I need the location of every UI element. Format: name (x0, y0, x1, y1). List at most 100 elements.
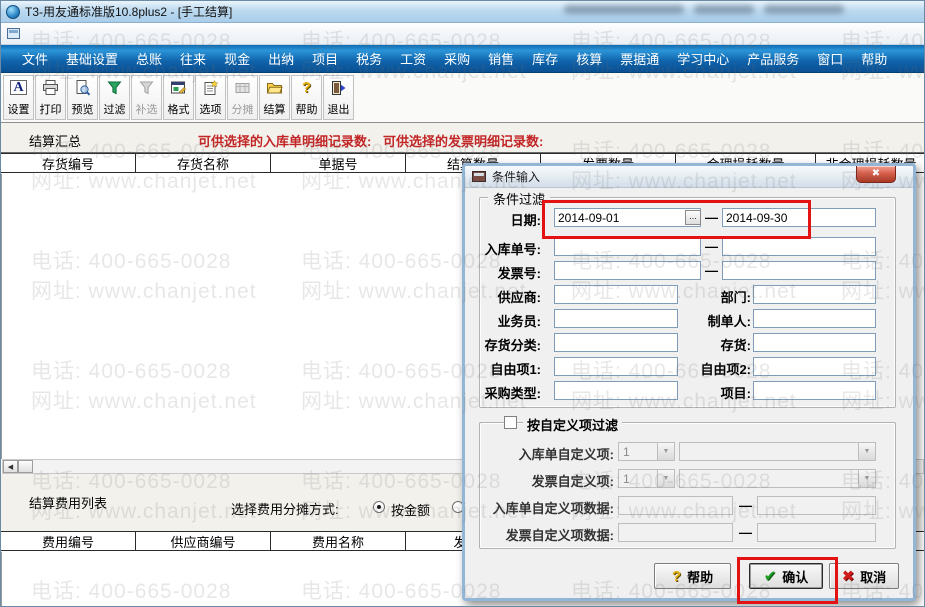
cancel-button-label: 取消 (860, 569, 887, 585)
free-item1-input[interactable] (554, 357, 678, 376)
window-title: T3-用友通标准版10.8plus2 - [手工结算] (25, 5, 233, 19)
printer-icon (42, 79, 60, 96)
title-bar: T3-用友通标准版10.8plus2 - [手工结算] (1, 1, 924, 23)
col-inventory-name: 存货名称 (136, 154, 271, 172)
inventory-class-input[interactable] (554, 333, 678, 352)
allocate-disabled-icon (234, 79, 252, 96)
range-dash: — (705, 210, 718, 225)
menu-inventory[interactable]: 库存 (523, 49, 567, 68)
condition-input-dialog: 条件输入 ✖ 条件过滤 日期: ... — 入库单号: — 发票号: — 供应商… (462, 163, 916, 601)
supplement-select-button: 补选 (131, 75, 162, 120)
filter-funnel-disabled-icon (138, 79, 156, 96)
menu-piaojutong[interactable]: 票据通 (611, 49, 668, 68)
dialog-help-button[interactable]: ? 帮助 (654, 563, 731, 589)
app-logo-icon (6, 4, 20, 19)
scrollbar-thumb[interactable] (18, 460, 33, 473)
radio-by-amount[interactable] (373, 501, 385, 513)
invoice-records-hint: 可供选择的发票明细记录数: (383, 134, 544, 149)
custom-filter-label: 按自定义项过滤 (523, 415, 623, 434)
purchase-type-input[interactable] (554, 381, 678, 400)
date-from-input[interactable] (554, 208, 701, 227)
col-inventory-code: 存货编号 (1, 154, 136, 172)
menu-cashier[interactable]: 出纳 (259, 49, 303, 68)
menu-file[interactable]: 文件 (13, 49, 57, 68)
menu-purchase[interactable]: 采购 (435, 49, 479, 68)
fee-list-label: 结算费用列表 (29, 496, 108, 511)
settle-button[interactable]: 结算 (259, 75, 290, 120)
col-supplier-code: 供应商编号 (136, 532, 271, 550)
mdi-child-icon[interactable] (7, 28, 20, 39)
dialog-confirm-button[interactable]: ✔ 确认 (749, 563, 823, 589)
print-button[interactable]: 打印 (35, 75, 66, 120)
folder-icon (266, 79, 284, 96)
menu-current[interactable]: 往来 (171, 49, 215, 68)
radio-by-amount-label: 按金额 (391, 503, 431, 518)
dialog-title-bar: 条件输入 (465, 166, 913, 188)
toolbar-label: 打印 (39, 104, 62, 116)
invoice-no-from-input[interactable] (554, 261, 701, 280)
free-item1-label: 自由项1: (490, 362, 541, 377)
exit-button[interactable]: 退出 (323, 75, 354, 120)
invoice-custom-value-select: ▼ (679, 469, 876, 488)
free-item2-input[interactable] (753, 357, 876, 376)
range-dash: — (739, 525, 752, 540)
menu-tax[interactable]: 税务 (347, 49, 391, 68)
supplier-input[interactable] (554, 285, 678, 304)
creator-label: 制单人: (707, 314, 751, 329)
exit-door-icon (330, 79, 348, 96)
menu-product-service[interactable]: 产品服务 (738, 49, 808, 68)
salesman-input[interactable] (554, 309, 678, 328)
chevron-down-icon: ▼ (657, 470, 674, 487)
invoice-custom-item-select: 1 ▼ (618, 469, 675, 488)
format-button[interactable]: 格式 (163, 75, 194, 120)
col-fee-code: 费用编号 (1, 532, 136, 550)
department-input[interactable] (753, 285, 876, 304)
date-label: 日期: (510, 213, 541, 228)
dialog-cancel-button[interactable]: ✖ 取消 (829, 563, 899, 589)
app-window: T3-用友通标准版10.8plus2 - [手工结算] 文件 基础设置 总账 往… (0, 0, 925, 607)
receipt-custom-value-select: ▼ (679, 442, 876, 461)
creator-input[interactable] (753, 309, 876, 328)
receipt-custom-item-label: 入库单自定义项: (518, 447, 614, 462)
project-label: 项目: (720, 386, 751, 401)
x-icon: ✖ (841, 568, 855, 585)
summary-strip: 结算汇总 可供选择的入库单明细记录数: 可供选择的发票明细记录数: (1, 123, 924, 153)
settings-button[interactable]: A 设置 (3, 75, 34, 120)
menu-learning-center[interactable]: 学习中心 (668, 49, 738, 68)
date-browse-button[interactable]: ... (685, 210, 701, 225)
help-button[interactable]: ? 帮助 (291, 75, 322, 120)
receipt-records-hint: 可供选择的入库单明细记录数: (198, 134, 372, 149)
scroll-left-icon[interactable]: ◀ (3, 460, 18, 473)
date-to-input[interactable] (722, 208, 876, 227)
dialog-close-button[interactable]: ✖ (856, 166, 896, 183)
invoice-no-to-input[interactable] (722, 261, 876, 280)
col-fee-name: 费用名称 (271, 532, 406, 550)
receipt-custom-data-from-input (618, 496, 733, 515)
inventory-input[interactable] (753, 333, 876, 352)
combo-value: 1 (623, 472, 630, 486)
menu-help[interactable]: 帮助 (852, 49, 896, 68)
menu-payroll[interactable]: 工资 (391, 49, 435, 68)
menu-project[interactable]: 项目 (303, 49, 347, 68)
purchase-type-label: 采购类型: (484, 386, 541, 401)
options-button[interactable]: 选项 (195, 75, 226, 120)
menu-cash[interactable]: 现金 (215, 49, 259, 68)
custom-filter-checkbox[interactable] (504, 416, 517, 429)
receipt-no-from-input[interactable] (554, 237, 701, 256)
toolbar-label: 选项 (199, 104, 222, 116)
range-dash: — (739, 498, 752, 513)
toolbar-label: 退出 (327, 104, 350, 116)
menu-accounting[interactable]: 核算 (567, 49, 611, 68)
menu-window[interactable]: 窗口 (808, 49, 852, 68)
menu-basic-setup[interactable]: 基础设置 (57, 49, 127, 68)
chevron-down-icon: ▼ (858, 443, 875, 460)
menu-general-ledger[interactable]: 总账 (127, 49, 171, 68)
project-input[interactable] (753, 381, 876, 400)
menu-sales[interactable]: 销售 (479, 49, 523, 68)
receipt-no-to-input[interactable] (722, 237, 876, 256)
filter-button[interactable]: 过滤 (99, 75, 130, 120)
toolbar-label: 过滤 (103, 104, 126, 116)
mdi-bar (1, 23, 924, 45)
salesman-label: 业务员: (497, 314, 541, 329)
preview-button[interactable]: 预览 (67, 75, 98, 120)
